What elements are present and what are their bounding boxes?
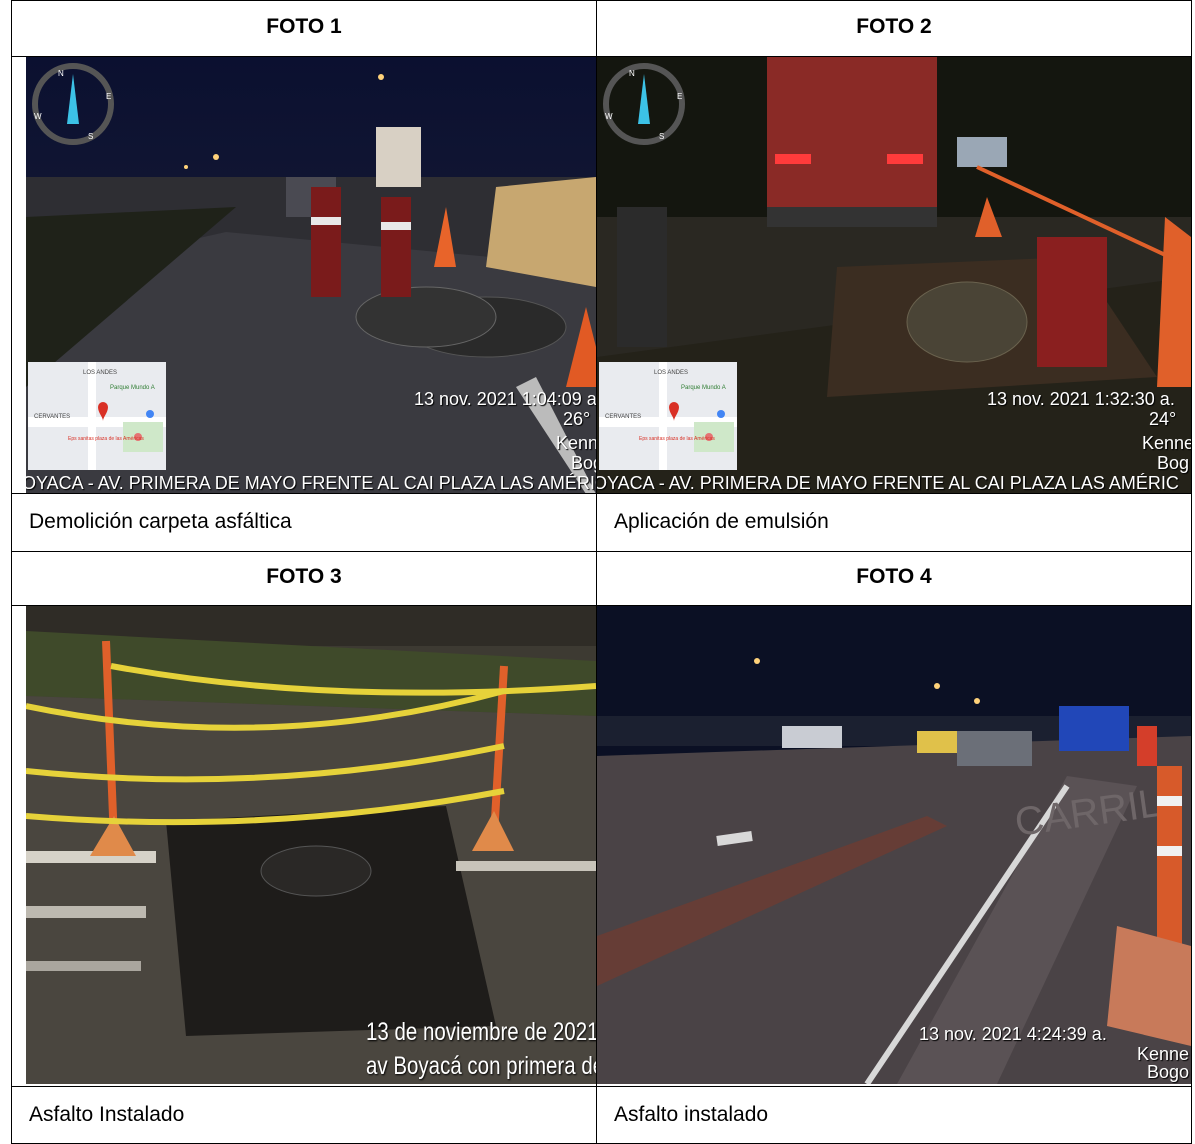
photo-2-timestamp: 13 nov. 2021 1:32:30 a. <box>987 389 1175 409</box>
location-minimap: LOS ANDES Parque Mundo A CERVANTES Eps s… <box>599 362 737 470</box>
svg-text:E: E <box>106 92 111 101</box>
photo-1-caption: Demolición carpeta asfáltica <box>12 494 597 552</box>
compass-icon: N E S W <box>599 59 689 149</box>
photo-1-cell: N E S W LOS ANDES Parque Mundo A CERVANT… <box>12 57 597 494</box>
photo-3-cell: 13 de noviembre de 2021 03: av Boyacá co… <box>12 606 597 1087</box>
photo-3-image: 13 de noviembre de 2021 03: av Boyacá co… <box>26 606 596 1084</box>
photo-1-temp: 26° <box>563 409 591 429</box>
photo-4-city2: Bogo <box>1147 1062 1190 1082</box>
photo-4-header: FOTO 4 <box>597 552 1192 606</box>
photo-3-caption: Asfalto Instalado <box>12 1087 597 1144</box>
svg-text:N: N <box>629 69 635 78</box>
svg-text:Parque Mundo A: Parque Mundo A <box>681 385 726 391</box>
svg-text:Parque Mundo A: Parque Mundo A <box>110 385 155 391</box>
photo-3-header: FOTO 3 <box>12 552 597 606</box>
photo-2-image: N E S W LOS ANDES Parque Mundo A CERVANT… <box>597 57 1191 493</box>
svg-text:LOS ANDES: LOS ANDES <box>83 370 117 376</box>
svg-text:CERVANTES: CERVANTES <box>605 414 641 420</box>
svg-text:W: W <box>605 112 613 121</box>
photo-2-address: OYACA - AV. PRIMERA DE MAYO FRENTE AL CA… <box>597 473 1179 493</box>
svg-text:LOS ANDES: LOS ANDES <box>654 370 688 376</box>
photo-2-header: FOTO 2 <box>597 0 1192 57</box>
photo-1-header: FOTO 1 <box>12 0 597 57</box>
photo-1-city: Kenne <box>556 433 596 453</box>
photo-4-timestamp: 13 nov. 2021 4:24:39 a. <box>919 1024 1107 1044</box>
svg-text:Eps sanitas plaza de las Améri: Eps sanitas plaza de las Américas <box>68 436 144 442</box>
svg-text:S: S <box>659 132 664 141</box>
photo-2-city: Kenne <box>1142 433 1191 453</box>
svg-text:N: N <box>58 69 64 78</box>
photo-1-image: N E S W LOS ANDES Parque Mundo A CERVANT… <box>26 57 596 493</box>
photo-2-temp: 24° <box>1149 409 1177 429</box>
svg-text:W: W <box>34 112 42 121</box>
svg-text:S: S <box>88 132 93 141</box>
photo-1-address: OYACA - AV. PRIMERA DE MAYO FRENTE AL CA… <box>26 473 596 493</box>
photo-3-location-stamp: av Boyacá con primera de ma <box>366 1052 596 1080</box>
photo-4-cell: CARRIL 13 nov. 2021 4:24:39 a. Kenne Bog… <box>597 606 1192 1087</box>
svg-text:Eps sanitas plaza de las Améri: Eps sanitas plaza de las Américas <box>639 436 715 442</box>
photo-3-date-stamp: 13 de noviembre de 2021 03: <box>366 1018 596 1046</box>
photo-4-caption: Asfalto instalado <box>597 1087 1192 1144</box>
photo-4-image: CARRIL 13 nov. 2021 4:24:39 a. Kenne Bog… <box>597 606 1191 1084</box>
photo-2-caption: Aplicación de emulsión <box>597 494 1192 552</box>
photo-report-table: FOTO 1 FOTO 2 N E S W LOS ANDES Parque M… <box>11 0 1192 1144</box>
svg-text:CERVANTES: CERVANTES <box>34 414 70 420</box>
photo-1-city2: Bog <box>571 453 596 473</box>
compass-icon: N E S W <box>28 59 118 149</box>
photo-2-city2: Bog <box>1157 453 1190 473</box>
svg-text:E: E <box>677 92 682 101</box>
photo-1-timestamp: 13 nov. 2021 1:04:09 a. <box>414 389 596 409</box>
photo-2-cell: N E S W LOS ANDES Parque Mundo A CERVANT… <box>597 57 1192 494</box>
location-minimap: LOS ANDES Parque Mundo A CERVANTES Eps s… <box>28 362 166 470</box>
